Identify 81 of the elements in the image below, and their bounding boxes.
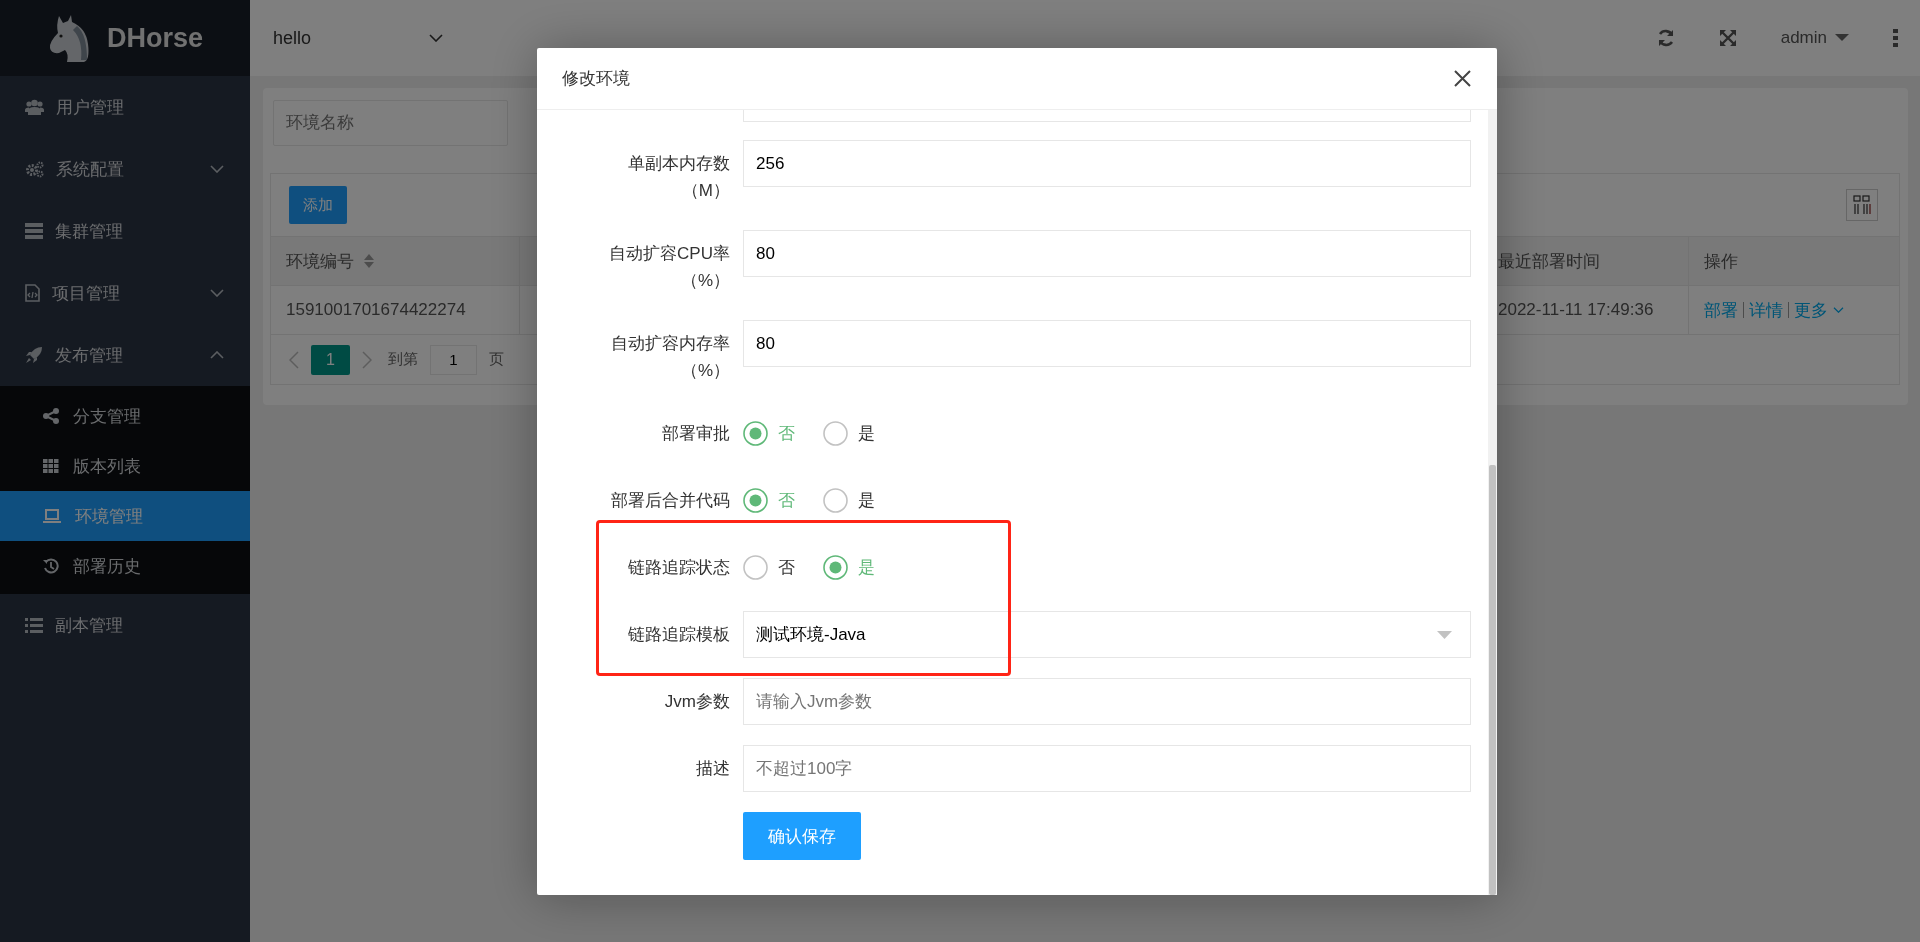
brand-name: DHorse: [107, 22, 203, 54]
input-field[interactable]: 80: [743, 320, 1471, 367]
submenu-item[interactable]: 环境管理: [0, 491, 250, 541]
project-select[interactable]: hello: [273, 27, 443, 49]
field-label: 自动扩容内存率（%）: [610, 333, 730, 382]
dialog-title: 修改环境: [562, 68, 630, 90]
file-icon: [25, 284, 40, 302]
radio-option[interactable]: 否: [743, 421, 795, 446]
field-label: 部署审批: [662, 423, 730, 445]
input-field[interactable]: 80: [743, 230, 1471, 277]
gears-icon: [25, 160, 44, 178]
next-page-icon[interactable]: [362, 350, 372, 369]
field-label: 部署后合并代码: [611, 490, 730, 512]
column-header: 环境编号: [286, 250, 354, 273]
save-button[interactable]: 确认保存: [743, 812, 861, 860]
menu-item[interactable]: 系统配置: [0, 138, 250, 200]
input-field[interactable]: 请输入Jvm参数: [743, 678, 1471, 725]
goto-label: 到第: [388, 350, 418, 369]
laptop-icon: [43, 509, 61, 523]
users-icon: [25, 98, 44, 116]
input-field[interactable]: [743, 110, 1471, 122]
menu-item[interactable]: 项目管理: [0, 262, 250, 324]
radio-option[interactable]: 是: [823, 488, 875, 513]
field-label: 自动扩容CPU率（%）: [608, 243, 730, 292]
radio-icon: [743, 555, 768, 580]
chevron-down-icon: [1833, 307, 1844, 313]
server-icon: [25, 223, 43, 239]
page-label: 页: [489, 350, 504, 369]
share-icon: [43, 408, 59, 424]
grid-icon: [43, 459, 59, 473]
fullscreen-icon[interactable]: [1718, 29, 1737, 47]
radio-checked-icon: [743, 488, 768, 513]
history-icon: [43, 558, 59, 574]
sort-icon[interactable]: [364, 253, 374, 269]
previous-page-icon[interactable]: [289, 350, 299, 369]
radio-option[interactable]: 否: [743, 488, 795, 513]
page-input[interactable]: 1: [430, 344, 477, 375]
caret-down-icon: [1835, 34, 1849, 42]
table-cell: 2022-11-11 17:49:36: [1498, 300, 1654, 320]
input-field[interactable]: 不超过100字: [743, 745, 1471, 792]
close-icon: [1454, 70, 1471, 87]
columns-button[interactable]: [1846, 189, 1878, 221]
submenu-item[interactable]: 版本列表: [0, 441, 250, 491]
chevron-down-icon: [429, 34, 443, 42]
radio-option[interactable]: 是: [823, 555, 875, 580]
select-field[interactable]: 测试环境-Java: [743, 611, 1471, 658]
table-cell: 1591001701674422274: [286, 300, 466, 320]
search-field[interactable]: 环境名称: [273, 100, 508, 146]
radio-checked-icon: [823, 555, 848, 580]
action-link[interactable]: 更多: [1794, 298, 1844, 322]
scrollbar[interactable]: [1488, 110, 1497, 895]
submenu-item[interactable]: 部署历史: [0, 541, 250, 591]
radio-option[interactable]: 是: [823, 421, 875, 446]
list-icon: [25, 617, 43, 633]
menu-item[interactable]: 副本管理: [0, 594, 250, 656]
field-label: Jvm参数: [664, 691, 730, 713]
refresh-icon[interactable]: [1656, 29, 1675, 47]
radio-option[interactable]: 否: [743, 555, 795, 580]
page-number[interactable]: 1: [311, 344, 350, 375]
radio-icon: [823, 421, 848, 446]
caret-down-icon: [1437, 630, 1452, 639]
action-link[interactable]: 详情: [1749, 298, 1783, 322]
field-label: 链路追踪模板: [628, 624, 730, 646]
menu-item[interactable]: 用户管理: [0, 76, 250, 138]
field-label: 链路追踪状态: [628, 557, 730, 579]
menu-item[interactable]: 集群管理: [0, 200, 250, 262]
menu-item[interactable]: 发布管理: [0, 324, 250, 386]
user-menu[interactable]: admin: [1780, 28, 1849, 48]
column-header: 最近部署时间: [1498, 250, 1600, 273]
rocket-icon: [25, 346, 43, 364]
columns-icon: [1853, 195, 1871, 215]
radio-checked-icon: [743, 421, 768, 446]
column-header: 操作: [1704, 250, 1738, 273]
radio-icon: [823, 488, 848, 513]
input-field[interactable]: 256: [743, 140, 1471, 187]
more-icon[interactable]: [1893, 29, 1898, 47]
submenu-item[interactable]: 分支管理: [0, 391, 250, 441]
action-link[interactable]: 部署: [1704, 298, 1738, 322]
field-label: 单副本内存数（M）: [627, 153, 730, 202]
add-button[interactable]: 添加: [289, 186, 347, 224]
field-label: 描述: [696, 758, 730, 780]
